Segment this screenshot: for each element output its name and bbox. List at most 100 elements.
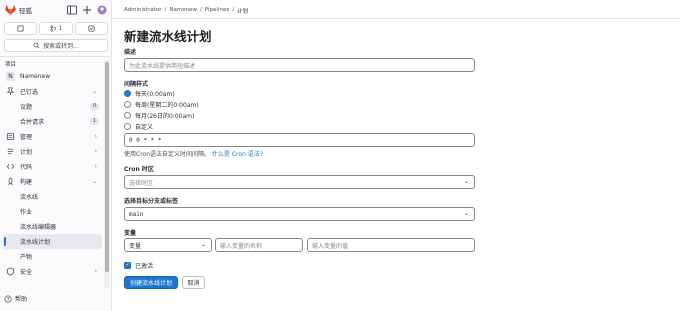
interval-option-label: 每周(星期二的0:00am) bbox=[135, 102, 199, 109]
chevron-right-icon: › bbox=[94, 268, 97, 275]
chevron-right-icon: › bbox=[94, 163, 97, 170]
sidebar-item-label: 流水线 bbox=[20, 194, 39, 201]
sidebar-item-label: 议题 bbox=[20, 104, 33, 111]
timezone-placeholder: 选择时区 bbox=[129, 179, 154, 187]
branch-value: main bbox=[129, 210, 144, 218]
merge-request-icon bbox=[50, 25, 56, 32]
manage-icon bbox=[6, 132, 15, 141]
search-label: 搜索或转到... bbox=[43, 43, 79, 50]
plus-icon[interactable] bbox=[81, 4, 93, 16]
issues-counter-button[interactable] bbox=[4, 22, 38, 35]
breadcrumb: Administrator / Namenew / Pipelines / 计划 bbox=[124, 7, 248, 15]
sidebar-item-label: Namenew bbox=[20, 73, 51, 80]
cron-syntax-link[interactable]: 什么是 Cron 语法? bbox=[212, 151, 263, 158]
variable-value-input[interactable]: 输入变量的值 bbox=[307, 238, 475, 252]
branch-dropdown[interactable]: main ⌄ bbox=[124, 207, 475, 221]
interval-option-label: 每天(0:00am) bbox=[135, 91, 175, 98]
sidebar-toggle-icon[interactable] bbox=[66, 4, 78, 16]
description-input[interactable]: 为此流水线提供简短描述 bbox=[124, 58, 475, 72]
breadcrumb-separator: / bbox=[199, 7, 202, 13]
variable-key-input[interactable]: 输入变量的名称 bbox=[215, 238, 303, 252]
sidebar-item-code[interactable]: 代码 › bbox=[3, 159, 102, 174]
header-divider bbox=[112, 18, 680, 19]
chevron-down-icon: ⌄ bbox=[463, 210, 469, 217]
interval-option-weekly[interactable]: 每周(星期二的0:00am) bbox=[124, 100, 199, 109]
sidebar-item-build[interactable]: 构建 ⌄ bbox=[3, 174, 102, 189]
radio-icon[interactable] bbox=[124, 123, 131, 130]
variable-type-dropdown[interactable]: 变量 ⌄ bbox=[124, 238, 212, 252]
main-content: Administrator / Namenew / Pipelines / 计划… bbox=[112, 0, 680, 311]
checkbox-checked-icon[interactable]: ✓ bbox=[124, 262, 131, 269]
pin-icon bbox=[6, 87, 15, 96]
merge-request-counter-button[interactable]: 1 bbox=[39, 22, 73, 35]
interval-label: 间隔样式 bbox=[124, 81, 149, 88]
plan-icon bbox=[7, 148, 14, 155]
sidebar-item-pipeline-editor[interactable]: 流水线编辑器 bbox=[3, 219, 102, 234]
breadcrumb-current: 计划 bbox=[237, 9, 249, 15]
sidebar-nav: N Namenew 已钉选 ⌄ 议题 0 合并请求 1 管理 › 计划 › 代码… bbox=[3, 69, 102, 279]
sidebar-item-plan[interactable]: 计划 › bbox=[3, 144, 102, 159]
page-title: 新建流水线计划 bbox=[124, 29, 212, 44]
logo-icon[interactable] bbox=[4, 3, 17, 16]
issues-icon bbox=[17, 25, 24, 32]
scrollbar-thumb[interactable] bbox=[105, 62, 109, 272]
todo-icon bbox=[88, 25, 95, 32]
sidebar-item-label: 产物 bbox=[20, 254, 33, 261]
help-label: 帮助 bbox=[15, 296, 28, 303]
avatar[interactable] bbox=[96, 4, 108, 16]
sidebar-item-label: 安全 bbox=[20, 269, 33, 276]
timezone-dropdown[interactable]: 选择时区 ⌄ bbox=[124, 175, 475, 189]
sidebar-item-manage[interactable]: 管理 › bbox=[3, 129, 102, 144]
radio-checked-icon[interactable] bbox=[124, 90, 131, 97]
description-label: 描述 bbox=[124, 49, 137, 56]
create-schedule-label: 创建流水线计划 bbox=[129, 280, 172, 287]
sidebar-section-title: 项目 bbox=[5, 62, 17, 68]
sidebar-item-project[interactable]: N Namenew bbox=[3, 69, 102, 84]
cron-input[interactable]: 0 0 * * * bbox=[124, 133, 475, 147]
sidebar-item-pipeline-schedules[interactable]: 流水线计划 bbox=[3, 234, 102, 249]
rocket-icon bbox=[8, 177, 13, 186]
radio-icon[interactable] bbox=[124, 101, 131, 108]
breadcrumb-item[interactable]: Namenew bbox=[169, 7, 197, 15]
breadcrumb-item[interactable]: Administrator bbox=[124, 7, 162, 15]
sidebar-item-merge-requests[interactable]: 合并请求 1 bbox=[3, 114, 102, 129]
sidebar-counters: 1 bbox=[4, 22, 108, 35]
sidebar-item-pipelines[interactable]: 流水线 bbox=[3, 189, 102, 204]
breadcrumb-item[interactable]: Pipelines bbox=[205, 7, 229, 15]
cron-help-text: 使用Cron语法自定义时间间隔。 bbox=[124, 151, 210, 158]
interval-option-custom[interactable]: 自定义 bbox=[124, 122, 153, 131]
cron-value: 0 0 * * * bbox=[129, 136, 162, 144]
cancel-button[interactable]: 取消 bbox=[182, 276, 205, 289]
interval-option-monthly[interactable]: 每月(26日的0:00am) bbox=[124, 111, 194, 120]
help-button[interactable]: 帮助 bbox=[4, 294, 27, 303]
activated-checkbox-row[interactable]: ✓ 已激活 bbox=[124, 261, 153, 270]
chevron-right-icon: › bbox=[94, 148, 97, 155]
project-avatar: N bbox=[6, 72, 15, 81]
sidebar-item-label: 作业 bbox=[20, 209, 33, 216]
sidebar-scrollbar[interactable] bbox=[104, 60, 110, 288]
sidebar-item-artifacts[interactable]: 产物 bbox=[3, 249, 102, 264]
code-icon bbox=[6, 163, 15, 170]
sidebar-item-pinned[interactable]: 已钉选 ⌄ bbox=[3, 84, 102, 99]
radio-icon[interactable] bbox=[124, 112, 131, 119]
create-schedule-button[interactable]: 创建流水线计划 bbox=[124, 276, 178, 289]
sidebar-item-label: 管理 bbox=[20, 134, 33, 141]
timezone-label: Cron 时区 bbox=[124, 166, 154, 173]
chevron-down-icon: ⌄ bbox=[463, 178, 469, 185]
sidebar-item-jobs[interactable]: 作业 bbox=[3, 204, 102, 219]
activated-label: 已激活 bbox=[135, 263, 154, 270]
sidebar-item-label: 合并请求 bbox=[20, 119, 45, 126]
chevron-down-icon: ⌄ bbox=[200, 241, 206, 248]
chevron-down-icon: ⌄ bbox=[91, 178, 97, 185]
description-placeholder: 为此流水线提供简短描述 bbox=[129, 62, 196, 70]
sidebar-item-security[interactable]: 安全 › bbox=[3, 264, 102, 279]
variable-key-placeholder: 输入变量的名称 bbox=[220, 242, 263, 250]
issues-count-badge: 0 bbox=[90, 103, 99, 110]
interval-option-daily[interactable]: 每天(0:00am) bbox=[124, 89, 175, 98]
branch-label: 选择目标分支或标签 bbox=[124, 198, 179, 205]
todo-counter-button[interactable] bbox=[74, 22, 108, 35]
variable-value-placeholder: 输入变量的值 bbox=[312, 242, 349, 250]
brand-name: 轻狐 bbox=[19, 7, 32, 15]
search-button[interactable]: 搜索或转到... bbox=[4, 39, 108, 52]
sidebar-item-issues[interactable]: 议题 0 bbox=[3, 99, 102, 114]
